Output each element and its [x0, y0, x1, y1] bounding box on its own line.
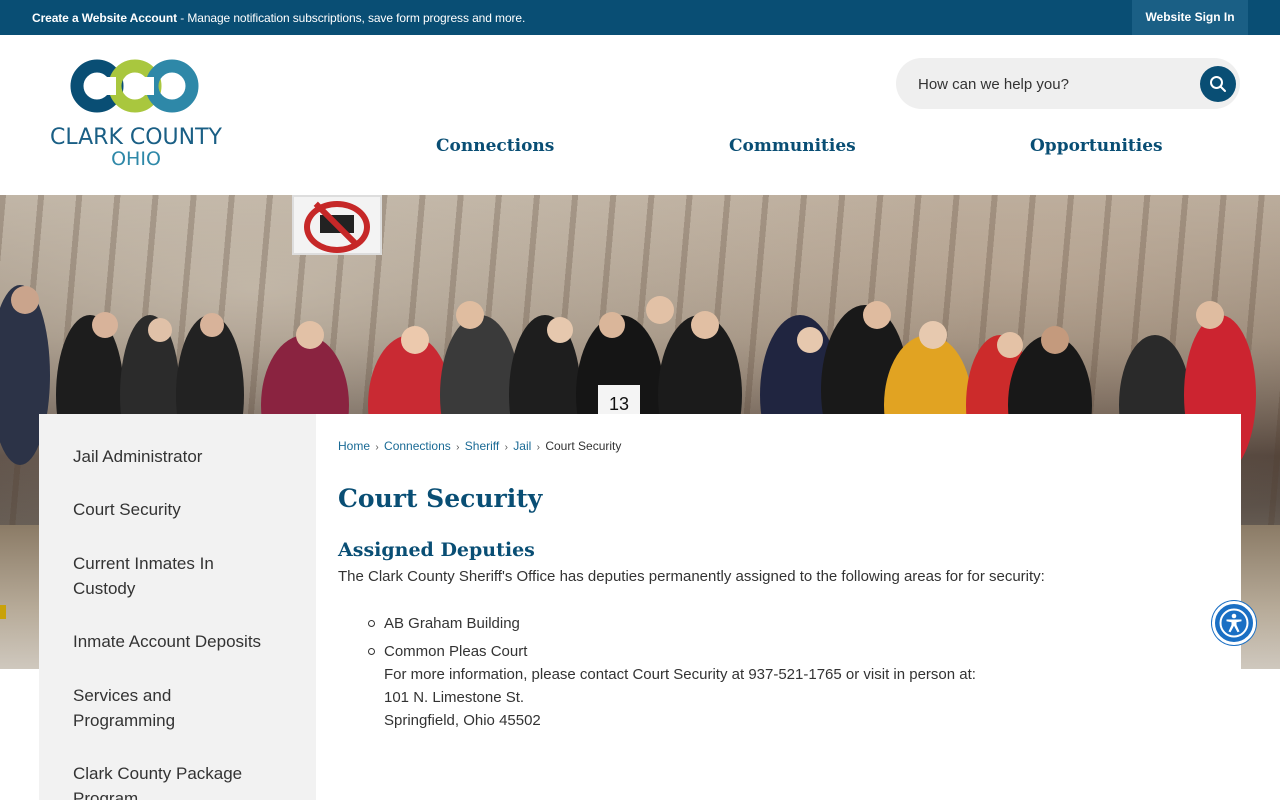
- nav-communities[interactable]: Communities: [729, 136, 856, 156]
- create-account-description[interactable]: - Manage notification subscriptions, sav…: [177, 11, 525, 25]
- logo-county-name: CLARK COUNTY: [50, 125, 222, 150]
- clark-county-logo[interactable]: CLARK COUNTY OHIO: [38, 59, 234, 171]
- assigned-areas-list: AB Graham Building Common Pleas Court Fo…: [368, 612, 976, 732]
- main-content: Home › Connections › Sheriff › Jail › Co…: [316, 414, 1241, 800]
- breadcrumb-sheriff[interactable]: Sheriff: [465, 439, 499, 453]
- site-search: [896, 58, 1240, 109]
- section-title: Assigned Deputies: [338, 539, 535, 561]
- sidebar-item-court-security[interactable]: Court Security: [73, 497, 293, 522]
- breadcrumb-home[interactable]: Home: [338, 439, 370, 453]
- page-title: Court Security: [338, 484, 543, 513]
- list-item: Common Pleas Court For more information,…: [368, 640, 976, 732]
- address-city: Springfield, Ohio 45502: [384, 712, 541, 729]
- nav-opportunities[interactable]: Opportunities: [1030, 136, 1163, 156]
- bullet-icon: [368, 648, 375, 655]
- logo-rings-icon: [70, 59, 199, 113]
- contact-info-line: For more information, please contact Cou…: [384, 666, 976, 683]
- list-item-text: Common Pleas Court: [384, 643, 528, 660]
- sidebar-item-current-inmates[interactable]: Current Inmates In Custody: [73, 551, 243, 601]
- breadcrumb-separator: ›: [504, 442, 508, 453]
- breadcrumb-separator: ›: [536, 442, 540, 453]
- accessibility-icon: [1219, 608, 1249, 638]
- sidebar-item-services-programming[interactable]: Services and Programming: [73, 683, 223, 733]
- sidebar-item-package-program[interactable]: Clark County Package Program: [73, 761, 253, 800]
- intro-paragraph: The Clark County Sheriff's Office has de…: [338, 568, 1045, 585]
- bullet-icon: [368, 620, 375, 627]
- breadcrumb-current: Court Security: [545, 439, 622, 453]
- top-notification-bar: Create a Website Account - Manage notifi…: [0, 0, 1280, 35]
- breadcrumb-jail[interactable]: Jail: [513, 439, 531, 453]
- search-icon: [1210, 76, 1226, 92]
- create-account-title[interactable]: Create a Website Account: [32, 11, 177, 25]
- accessibility-button[interactable]: [1212, 601, 1256, 645]
- create-account-link[interactable]: Create a Website Account - Manage notifi…: [32, 11, 525, 25]
- search-input[interactable]: [918, 72, 1188, 96]
- breadcrumb-separator: ›: [456, 442, 460, 453]
- search-button[interactable]: [1200, 66, 1236, 102]
- breadcrumb-connections[interactable]: Connections: [384, 439, 451, 453]
- sidebar-item-inmate-account-deposits[interactable]: Inmate Account Deposits: [73, 629, 293, 654]
- breadcrumb-separator: ›: [375, 442, 379, 453]
- address-street: 101 N. Limestone St.: [384, 689, 525, 706]
- website-sign-in-button[interactable]: Website Sign In: [1132, 0, 1248, 35]
- sidebar-nav: Jail Administrator Court Security Curren…: [39, 414, 316, 800]
- sidebar-item-jail-administrator[interactable]: Jail Administrator: [73, 444, 293, 469]
- site-header: CLARK COUNTY OHIO Connections Communitie…: [0, 35, 1280, 195]
- list-item: AB Graham Building: [368, 612, 976, 635]
- nav-connections[interactable]: Connections: [436, 136, 554, 156]
- breadcrumb: Home › Connections › Sheriff › Jail › Co…: [338, 439, 621, 453]
- list-item-text: AB Graham Building: [384, 615, 520, 632]
- runner-bib-number: 13: [609, 394, 629, 414]
- no-trucks-sign: [292, 195, 382, 255]
- logo-state-name: OHIO: [111, 148, 161, 170]
